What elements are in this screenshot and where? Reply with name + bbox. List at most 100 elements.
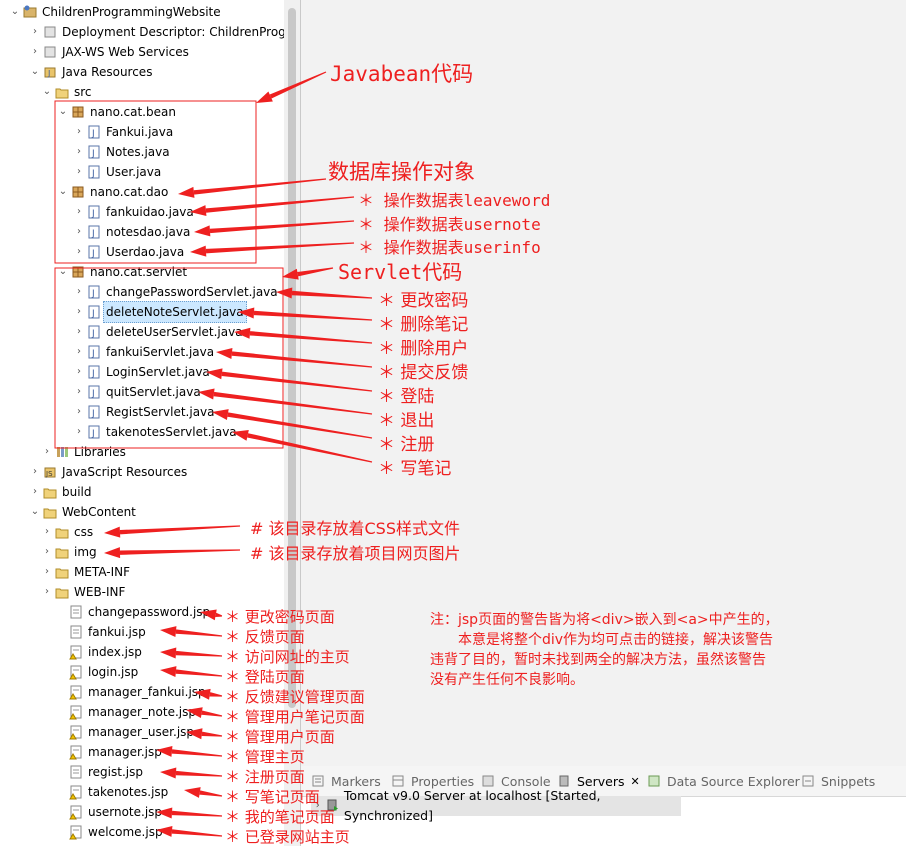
expand-arrow-icon[interactable]: › (28, 482, 42, 502)
expand-arrow-icon[interactable]: › (28, 42, 42, 62)
tree-item[interactable]: ⌄ nano.cat.servlet (56, 262, 187, 282)
tree-item[interactable]: welcome.jsp (54, 822, 163, 842)
java-file-icon: J (88, 165, 100, 179)
annotation-label: ＊ 注册页面 (225, 768, 305, 786)
java-file-icon: J (88, 205, 100, 219)
svg-text:JS: JS (45, 470, 53, 478)
tree-item-label: changePasswordServlet.java (106, 285, 278, 299)
expand-arrow-icon[interactable]: › (72, 162, 86, 182)
collapse-arrow-icon[interactable]: ⌄ (40, 82, 54, 102)
tree-item[interactable]: manager.jsp (54, 742, 162, 762)
java-file-icon: J (88, 285, 100, 299)
tab-snippets[interactable]: Snippets (801, 773, 875, 791)
jsp-file-icon (70, 605, 82, 619)
collapse-arrow-icon[interactable]: ⌄ (56, 182, 70, 202)
svg-text:J: J (91, 389, 95, 399)
expand-arrow-icon[interactable]: › (72, 342, 86, 362)
expand-arrow-icon[interactable]: › (72, 322, 86, 342)
tree-item[interactable]: › Jnotesdao.java (72, 222, 190, 242)
annotation-label: ＊ 操作数据表leaveword (358, 191, 551, 210)
expand-arrow-icon[interactable]: › (72, 422, 86, 442)
tree-item-label: manager_user.jsp (88, 725, 195, 739)
expand-arrow-icon[interactable]: › (72, 302, 86, 322)
tree-item-label: takenotes.jsp (88, 785, 169, 799)
folder-icon (55, 528, 69, 539)
tree-item[interactable]: takenotes.jsp (54, 782, 168, 802)
expand-arrow-icon[interactable]: › (40, 542, 54, 562)
tree-item[interactable]: manager_note.jsp (54, 702, 196, 722)
tree-item[interactable]: › J Notes.java (72, 142, 170, 162)
tree-item[interactable]: › JtakenotesServlet.java (72, 422, 237, 442)
collapse-arrow-icon[interactable]: ⌄ (56, 262, 70, 282)
annotation-label: # 该目录存放着CSS样式文件 (250, 519, 460, 538)
expand-arrow-icon[interactable]: › (40, 442, 54, 462)
tree-item[interactable]: ⌄ J Java Resources (28, 62, 153, 82)
tree-item-label: Notes.java (106, 145, 170, 159)
tree-item[interactable]: › build (28, 482, 92, 502)
tree-item[interactable]: ⌄ src (40, 82, 92, 102)
expand-arrow-icon[interactable]: › (28, 22, 42, 42)
tree-item-label: manager_fankui.jsp (88, 685, 206, 699)
tree-item[interactable]: › JAX-WS Web Services (28, 42, 189, 62)
tree-item[interactable]: › J Fankui.java (72, 122, 173, 142)
tree-item[interactable]: › Deployment Descriptor: ChildrenProgr (28, 22, 291, 42)
tree-item-label: welcome.jsp (88, 825, 163, 839)
tree-item[interactable]: fankui.jsp (54, 622, 146, 642)
tree-item[interactable]: manager_fankui.jsp (54, 682, 206, 702)
expand-arrow-icon[interactable]: › (72, 122, 86, 142)
tree-item[interactable]: › WEB-INF (40, 582, 125, 602)
expand-arrow-icon[interactable]: › (72, 222, 86, 242)
tree-item[interactable]: manager_user.jsp (54, 722, 194, 742)
tree-item-label: META-INF (74, 565, 131, 579)
collapse-arrow-icon[interactable]: ⌄ (28, 62, 42, 82)
tree-item-project[interactable]: ⌄ ChildrenProgrammingWebsite (8, 2, 221, 22)
collapse-arrow-icon[interactable]: ⌄ (8, 2, 22, 22)
tree-item[interactable]: › J User.java (72, 162, 161, 182)
annotation-label: ＊ 访问网址的主页 (225, 648, 350, 666)
expand-arrow-icon[interactable]: › (72, 202, 86, 222)
tree-item[interactable]: › JdeleteNoteServlet.java (72, 301, 247, 323)
tree-item[interactable]: › JdeleteUserServlet.java (72, 322, 243, 342)
tree-item[interactable]: › J Userdao.java (72, 242, 184, 262)
tree-scrollbar-thumb[interactable] (288, 8, 296, 708)
expand-arrow-icon[interactable]: › (72, 362, 86, 382)
tree-item[interactable]: ⌄ WebContent (28, 502, 136, 522)
tree-item[interactable]: › img (40, 542, 97, 562)
tree-item[interactable]: changepassword.jsp (54, 602, 210, 622)
java-file-icon: J (88, 345, 100, 359)
expand-arrow-icon[interactable]: › (72, 142, 86, 162)
expand-arrow-icon[interactable]: › (40, 582, 54, 602)
tree-item[interactable]: › JfankuiServlet.java (72, 342, 214, 362)
collapse-arrow-icon[interactable]: ⌄ (28, 502, 42, 522)
tree-item[interactable]: › META-INF (40, 562, 130, 582)
annotation-label: ＊ 删除用户 (378, 339, 469, 359)
server-entry[interactable]: › Tomcat v9.0 Server at localhost [Start… (311, 788, 681, 823)
expand-arrow-icon[interactable]: › (40, 562, 54, 582)
tree-item[interactable]: › J LoginServlet.java (72, 362, 210, 382)
tree-item-label: manager.jsp (88, 745, 162, 759)
tree-item-label: JavaScript Resources (62, 465, 188, 479)
svg-text:J: J (47, 69, 50, 78)
tree-item[interactable]: › Jfankuidao.java (72, 202, 194, 222)
tree-item[interactable]: ⌄ nano.cat.bean (56, 102, 176, 122)
tree-item[interactable]: › css (40, 522, 93, 542)
tree-item[interactable]: › JchangePasswordServlet.java (72, 282, 278, 302)
expand-arrow-icon[interactable]: › (40, 522, 54, 542)
tree-item-label: takenotesServlet.java (106, 425, 237, 439)
expand-arrow-icon[interactable]: › (28, 462, 42, 482)
tree-item[interactable]: › JquitServlet.java (72, 382, 201, 402)
tree-item[interactable]: › Libraries (40, 442, 126, 462)
tree-item[interactable]: login.jsp (54, 662, 138, 682)
tree-item[interactable]: index.jsp (54, 642, 142, 662)
expand-arrow-icon[interactable]: › (72, 402, 86, 422)
expand-arrow-icon[interactable]: › (72, 282, 86, 302)
tree-item[interactable]: ⌄ nano.cat.dao (56, 182, 169, 202)
tree-item-label: css (74, 525, 94, 539)
tree-item[interactable]: › JS JavaScript Resources (28, 462, 187, 482)
expand-arrow-icon[interactable]: › (72, 242, 86, 262)
expand-arrow-icon[interactable]: › (72, 382, 86, 402)
tree-item[interactable]: usernote.jsp (54, 802, 162, 822)
tree-item[interactable]: › J RegistServlet.java (72, 402, 215, 422)
tree-item[interactable]: regist.jsp (54, 762, 143, 782)
collapse-arrow-icon[interactable]: ⌄ (56, 102, 70, 122)
